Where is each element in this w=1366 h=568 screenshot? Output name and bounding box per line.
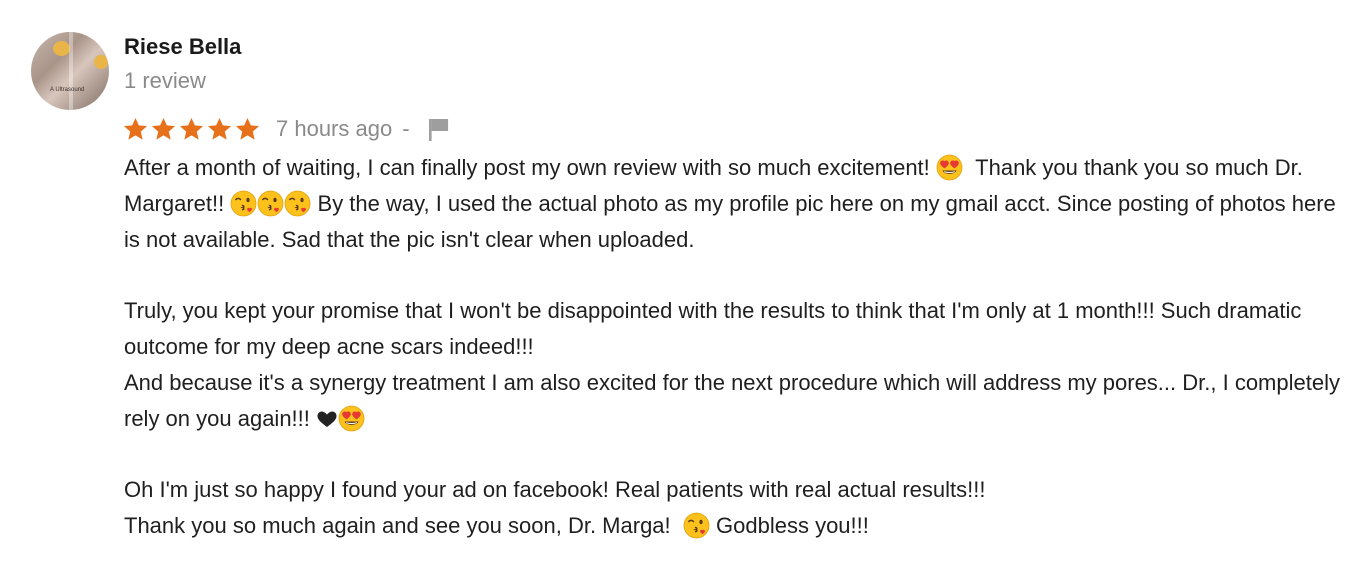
avatar[interactable]: A Ultrasound	[31, 32, 109, 110]
kissing-face-emoji	[683, 512, 710, 539]
review-paragraph: After a month of waiting, I can finally …	[124, 150, 1344, 258]
kissing-face-emoji	[284, 190, 312, 217]
star-icon	[124, 117, 147, 140]
meta-separator: -	[402, 116, 410, 141]
review-meta: 7 hours ago -	[122, 114, 450, 144]
heart-icon	[317, 411, 337, 427]
star-icon	[180, 117, 203, 140]
star-icon	[152, 117, 175, 140]
review-paragraph: Oh I'm just so happy I found your ad on …	[124, 472, 1344, 544]
review-text-segment: Thank you so much again and see you soon…	[124, 513, 671, 538]
review-text-segment: And because it's a synergy treatment I a…	[124, 370, 1340, 431]
review-text: After a month of waiting, I can finally …	[124, 150, 1344, 544]
heart-eyes-emoji	[338, 405, 365, 432]
review-text-segment: Godbless you!!!	[716, 513, 869, 538]
star-icon	[236, 117, 259, 140]
star-rating	[122, 116, 261, 142]
review-text-segment: Oh I'm just so happy I found your ad on …	[124, 477, 986, 502]
reviewer-name[interactable]: Riese Bella	[124, 32, 241, 62]
review-card: A Ultrasound Riese Bella 1 review 7 hour…	[0, 0, 1366, 568]
avatar-divider	[69, 32, 73, 110]
avatar-caption: A Ultrasound	[50, 87, 85, 93]
flag-icon[interactable]	[428, 116, 450, 142]
star-icon	[208, 117, 231, 140]
kissing-face-emoji	[230, 190, 258, 217]
heart-eyes-emoji	[936, 154, 963, 181]
review-text-segment: After a month of waiting, I can finally …	[124, 155, 930, 180]
review-time: 7 hours ago	[276, 116, 393, 141]
kissing-face-emoji	[257, 190, 285, 217]
review-text-segment: Truly, you kept your promise that I won'…	[124, 298, 1302, 359]
avatar-sticker	[94, 55, 108, 69]
review-paragraph: Truly, you kept your promise that I won'…	[124, 293, 1344, 437]
avatar-sticker	[53, 41, 70, 56]
review-count[interactable]: 1 review	[124, 67, 206, 95]
